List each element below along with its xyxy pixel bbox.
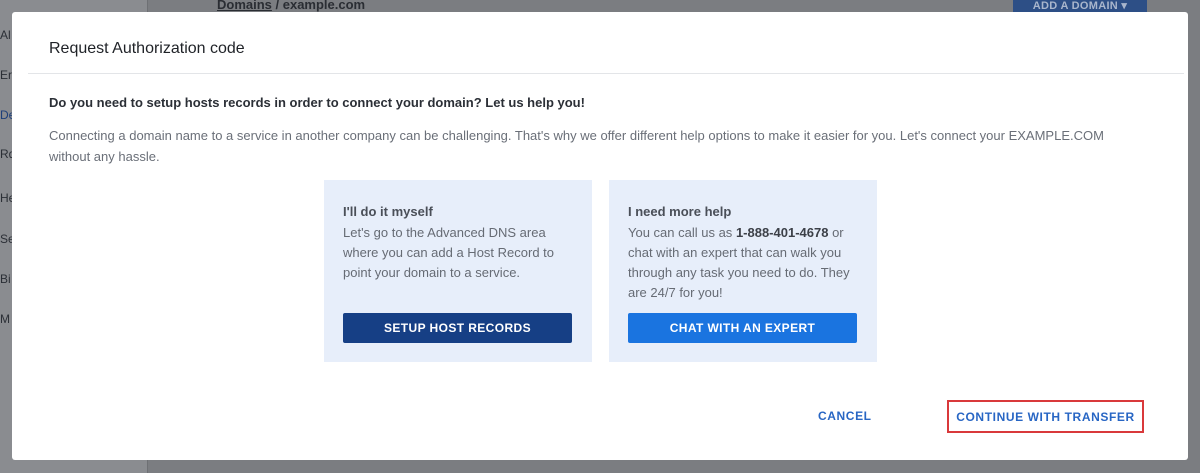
card-do-it-myself: I'll do it myself Let's go to the Advanc… <box>324 180 592 362</box>
cancel-button[interactable]: CANCEL <box>818 409 872 423</box>
authorization-modal: Request Authorization code Do you need t… <box>12 12 1188 460</box>
continue-with-transfer-button[interactable]: CONTINUE WITH TRANSFER <box>947 400 1144 433</box>
card-description: You can call us as 1-888-401-4678 or cha… <box>628 223 868 303</box>
intro-text: Connecting a domain name to a service in… <box>49 128 1104 164</box>
sidebar-nav-item: Bi <box>0 272 11 286</box>
modal-divider <box>28 73 1184 74</box>
chat-with-expert-button[interactable]: CHAT WITH AN EXPERT <box>628 313 857 343</box>
modal-title: Request Authorization code <box>49 40 245 57</box>
breadcrumb: Domains / example.com <box>217 0 365 12</box>
card-heading: I need more help <box>628 204 732 219</box>
setup-host-records-button[interactable]: SETUP HOST RECORDS <box>343 313 572 343</box>
card-heading: I'll do it myself <box>343 204 433 219</box>
breadcrumb-domains-link: Domains <box>217 0 272 12</box>
help-text-before: You can call us as <box>628 225 736 240</box>
sidebar-nav-item: M <box>0 312 10 326</box>
help-question: Do you need to setup hosts records in or… <box>49 95 585 110</box>
sidebar-nav-item: Al <box>0 28 11 42</box>
card-more-help: I need more help You can call us as 1-88… <box>609 180 877 362</box>
card-description: Let's go to the Advanced DNS area where … <box>343 225 555 280</box>
breadcrumb-current: / example.com <box>271 0 366 12</box>
support-phone-number: 1-888-401-4678 <box>735 225 829 240</box>
sidebar-nav-item: Er <box>0 68 12 82</box>
